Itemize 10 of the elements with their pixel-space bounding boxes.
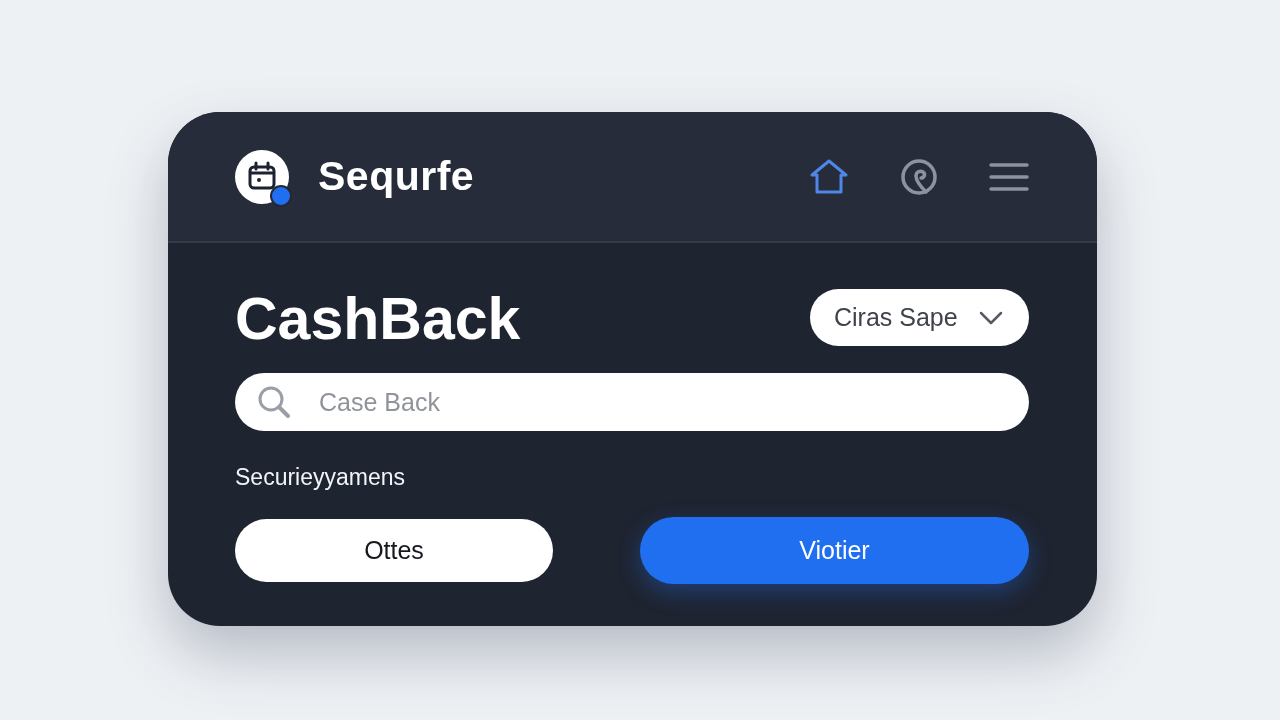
secondary-button[interactable]: Ottes <box>235 519 553 582</box>
spiral-circle-icon[interactable] <box>899 156 939 197</box>
app-title: Sequrfe <box>318 153 475 200</box>
page-heading: CashBack <box>235 290 521 349</box>
chevron-down-icon <box>979 310 1003 325</box>
primary-button[interactable]: Viotier <box>640 517 1029 584</box>
search-icon <box>257 385 291 419</box>
search-field[interactable]: Case Back <box>235 373 1029 431</box>
dropdown[interactable]: Ciras Sape <box>810 289 1029 346</box>
section-label: Securieyyamens <box>235 464 406 490</box>
